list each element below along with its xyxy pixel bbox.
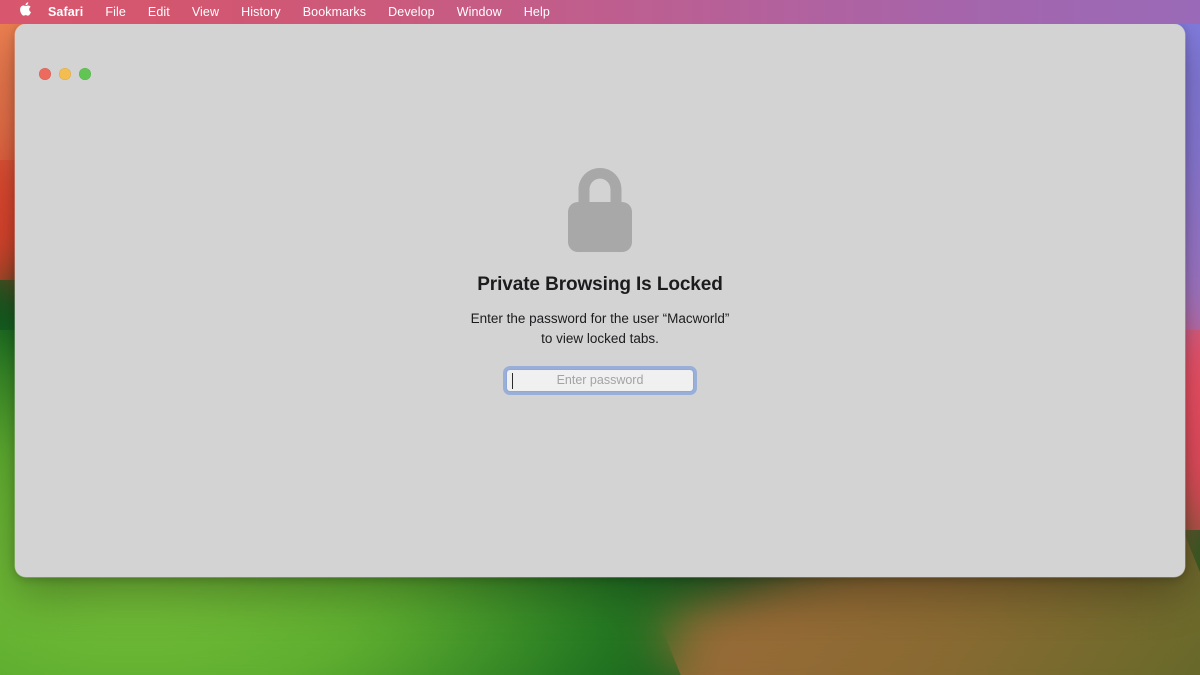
apple-logo-icon[interactable]: [19, 2, 32, 20]
password-field-wrapper[interactable]: [506, 368, 694, 392]
lock-subtitle: Enter the password for the user “Macworl…: [471, 309, 730, 349]
menu-item-view[interactable]: View: [192, 5, 219, 19]
text-caret: [512, 372, 513, 389]
window-traffic-lights: [39, 68, 91, 80]
minimize-window-button[interactable]: [59, 68, 71, 80]
close-window-button[interactable]: [39, 68, 51, 80]
page-title: Private Browsing Is Locked: [477, 274, 723, 295]
menu-bar: Safari File Edit View History Bookmarks …: [0, 0, 1200, 24]
menu-item-history[interactable]: History: [241, 5, 281, 19]
maximize-window-button[interactable]: [79, 68, 91, 80]
password-input[interactable]: [507, 369, 693, 391]
menu-item-develop[interactable]: Develop: [388, 5, 435, 19]
desktop: Safari File Edit View History Bookmarks …: [0, 0, 1200, 675]
lock-closed-icon: [558, 164, 642, 256]
private-browsing-locked-panel: Private Browsing Is Locked Enter the pas…: [15, 164, 1185, 392]
safari-window: Private Browsing Is Locked Enter the pas…: [15, 24, 1185, 577]
menu-item-edit[interactable]: Edit: [148, 5, 170, 19]
menu-item-bookmarks[interactable]: Bookmarks: [303, 5, 366, 19]
lock-subtitle-line-2: to view locked tabs.: [541, 330, 659, 346]
menu-item-help[interactable]: Help: [524, 5, 550, 19]
menu-item-file[interactable]: File: [105, 5, 126, 19]
menu-item-window[interactable]: Window: [457, 5, 502, 19]
lock-subtitle-line-1: Enter the password for the user “Macworl…: [470, 311, 730, 326]
menu-item-safari[interactable]: Safari: [48, 5, 83, 19]
